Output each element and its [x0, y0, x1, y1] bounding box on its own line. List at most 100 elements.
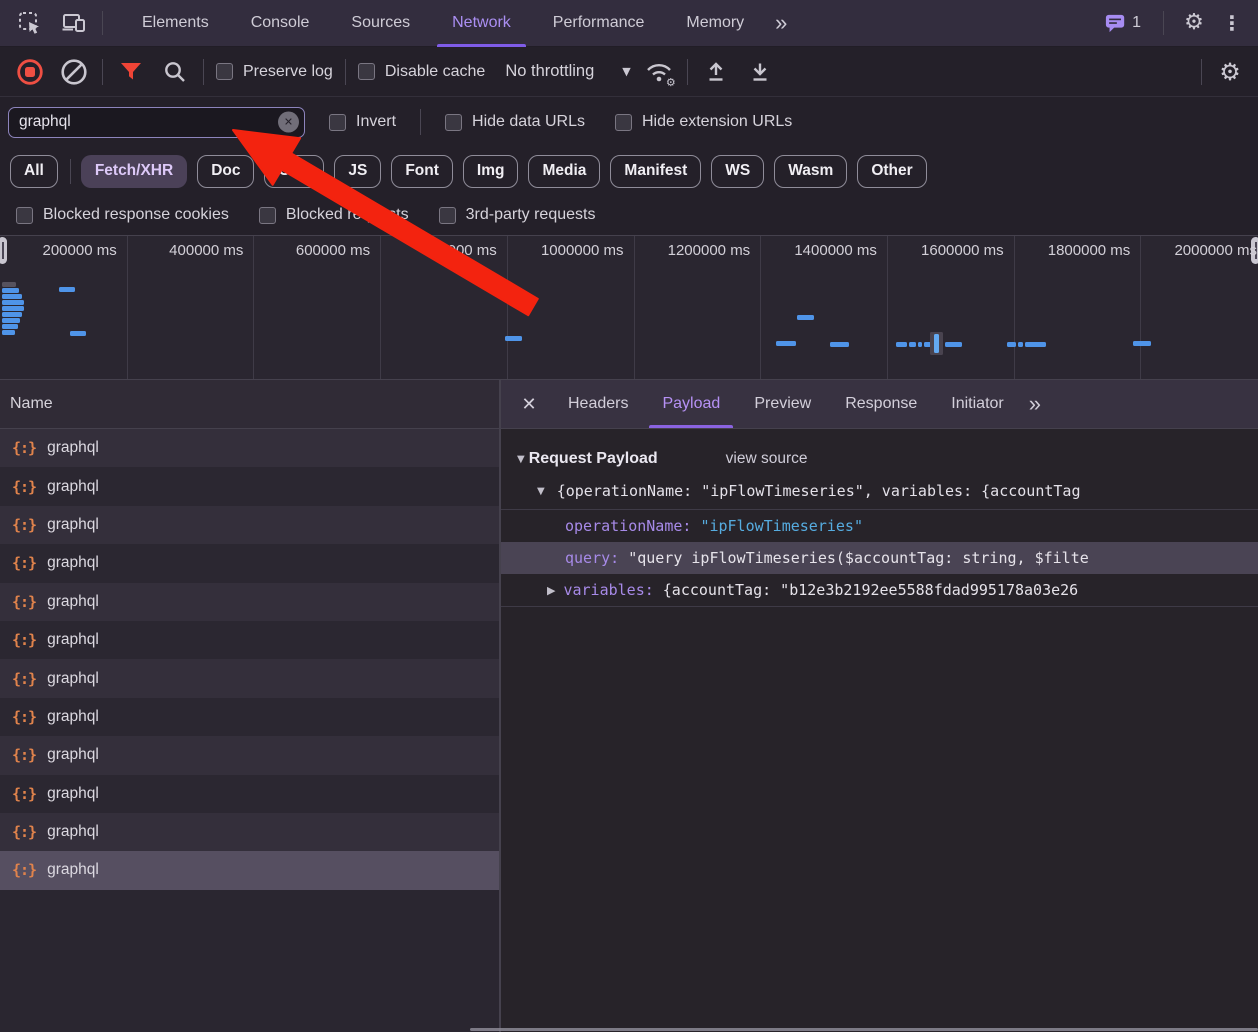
- record-stop-icon[interactable]: [14, 56, 46, 88]
- view-source-link[interactable]: view source: [726, 450, 808, 468]
- more-detail-tabs-icon[interactable]: »: [1021, 380, 1047, 428]
- tab-memory[interactable]: Memory: [665, 0, 765, 47]
- tab-performance[interactable]: Performance: [532, 0, 666, 47]
- payload-property-row[interactable]: ▶ variables: {accountTag: "b12e3b2192ee5…: [501, 574, 1258, 606]
- disable-cache-checkbox[interactable]: [358, 63, 375, 80]
- timeline-request-bar: [59, 287, 75, 292]
- tab-console[interactable]: Console: [230, 0, 331, 47]
- resource-type-filters: All Fetch/XHR Doc CSS JS Font Img Media Manifest…: [0, 147, 1258, 195]
- hide-data-urls-label: Hide data URLs: [472, 113, 585, 131]
- clear-log-icon[interactable]: [58, 56, 90, 88]
- payload-properties: operationName: "ipFlowTimeseries" query:…: [501, 509, 1258, 607]
- payload-property-row[interactable]: query: "query ipFlowTimeseries($accountT…: [501, 542, 1258, 574]
- inspect-element-icon[interactable]: [12, 5, 48, 41]
- filter-chip-fetch-xhr[interactable]: Fetch/XHR: [81, 155, 187, 188]
- json-braces-icon: {:}: [12, 593, 36, 611]
- close-details-icon[interactable]: ✕: [507, 380, 551, 428]
- timeline-request-bar: [2, 294, 22, 299]
- request-row[interactable]: {:}graphql: [0, 544, 499, 582]
- detail-tab-initiator[interactable]: Initiator: [934, 380, 1020, 428]
- filter-chip-all[interactable]: All: [10, 155, 58, 188]
- search-icon[interactable]: [159, 56, 191, 88]
- filter-chip-wasm[interactable]: Wasm: [774, 155, 847, 188]
- timeline-tick-label: 1200000 ms: [628, 242, 750, 259]
- timeline-request-bar: [830, 342, 849, 347]
- request-row[interactable]: {:}graphql: [0, 659, 499, 697]
- name-column-header[interactable]: Name: [0, 380, 499, 429]
- json-braces-icon: {:}: [12, 670, 36, 688]
- filter-chip-other[interactable]: Other: [857, 155, 926, 188]
- issues-button[interactable]: 1: [1095, 5, 1151, 41]
- detail-tab-headers[interactable]: Headers: [551, 380, 645, 428]
- timeline-tick-label: 1600000 ms: [882, 242, 1004, 259]
- filter-chip-manifest[interactable]: Manifest: [610, 155, 701, 188]
- filter-chip-img[interactable]: Img: [463, 155, 519, 188]
- preserve-log-checkbox[interactable]: [216, 63, 233, 80]
- panel-tabs: ElementsConsoleSourcesNetworkPerformance…: [121, 0, 765, 47]
- json-braces-icon: {:}: [12, 439, 36, 457]
- import-har-icon[interactable]: [700, 56, 732, 88]
- network-settings-gear-icon[interactable]: ⚙: [1214, 56, 1246, 88]
- network-toolbar: Preserve log Disable cache No throttling…: [0, 47, 1258, 97]
- request-row[interactable]: {:}graphql: [0, 429, 499, 467]
- timeline-tick-label: 600000 ms: [248, 242, 370, 259]
- third-party-checkbox[interactable]: [439, 207, 456, 224]
- request-row[interactable]: {:}graphql: [0, 467, 499, 505]
- network-conditions-icon[interactable]: ⚙: [643, 56, 675, 88]
- timeline-tick-label: 800000 ms: [375, 242, 497, 259]
- filter-chip-ws[interactable]: WS: [711, 155, 764, 188]
- hide-extension-urls-checkbox[interactable]: [615, 114, 632, 131]
- request-payload-section[interactable]: ▼ Request Payload view source: [501, 443, 1258, 475]
- hide-data-urls-checkbox[interactable]: [445, 114, 462, 131]
- third-party-label: 3rd-party requests: [466, 206, 596, 224]
- request-row[interactable]: {:}graphql: [0, 851, 499, 889]
- payload-root-row[interactable]: ▼ {operationName: "ipFlowTimeseries", va…: [501, 475, 1258, 507]
- tab-network[interactable]: Network: [431, 0, 532, 47]
- filter-chip-js[interactable]: JS: [334, 155, 381, 188]
- json-braces-icon: {:}: [12, 785, 36, 803]
- filter-chip-css[interactable]: CSS: [264, 155, 324, 188]
- json-braces-icon: {:}: [12, 708, 36, 726]
- detail-tab-response[interactable]: Response: [828, 380, 934, 428]
- chevron-down-icon: ▼: [622, 66, 630, 77]
- export-har-icon[interactable]: [744, 56, 776, 88]
- filter-funnel-icon[interactable]: [115, 56, 147, 88]
- request-name: graphql: [47, 785, 99, 803]
- kebab-menu-icon[interactable]: ⋮: [1214, 5, 1250, 41]
- filter-chip-font[interactable]: Font: [391, 155, 453, 188]
- filter-chip-media[interactable]: Media: [528, 155, 600, 188]
- divider: [102, 11, 103, 35]
- more-tabs-icon[interactable]: »: [765, 10, 795, 36]
- request-row[interactable]: {:}graphql: [0, 506, 499, 544]
- throttling-dropdown[interactable]: No throttling ▼: [505, 62, 630, 81]
- request-name: graphql: [47, 708, 99, 726]
- blocked-requests-checkbox[interactable]: [259, 207, 276, 224]
- request-row[interactable]: {:} graphql: [0, 775, 499, 813]
- invert-checkbox[interactable]: [329, 114, 346, 131]
- clear-filter-icon[interactable]: ✕: [278, 112, 299, 133]
- detail-tab-preview[interactable]: Preview: [737, 380, 828, 428]
- filter-input[interactable]: [8, 107, 305, 138]
- network-overview-timeline[interactable]: 200000 ms400000 ms600000 ms800000 ms1000…: [0, 235, 1258, 380]
- filter-bar: ✕ Invert Hide data URLs Hide extension U…: [0, 97, 1258, 147]
- request-row[interactable]: {:}graphql: [0, 583, 499, 621]
- hide-extension-urls-label: Hide extension URLs: [642, 113, 792, 131]
- tab-elements[interactable]: Elements: [121, 0, 230, 47]
- detail-tabs: ✕ HeadersPayloadPreviewResponseInitiator…: [501, 380, 1258, 429]
- request-row[interactable]: {:}graphql: [0, 813, 499, 851]
- hide-extension-urls-option: Hide extension URLs: [615, 113, 792, 131]
- timeline-tick-label: 200000 ms: [0, 242, 117, 259]
- payload-property-row[interactable]: operationName: "ipFlowTimeseries": [501, 510, 1258, 542]
- tab-sources[interactable]: Sources: [330, 0, 431, 47]
- preserve-log-label: Preserve log: [243, 63, 333, 81]
- request-row[interactable]: {:}graphql: [0, 736, 499, 774]
- blocked-cookies-checkbox[interactable]: [16, 207, 33, 224]
- request-row[interactable]: {:} graphql: [0, 698, 499, 736]
- request-row[interactable]: {:}graphql: [0, 621, 499, 659]
- devtools-left-controls: [0, 5, 92, 41]
- message-bubble-icon: [1105, 13, 1125, 34]
- detail-tab-payload[interactable]: Payload: [645, 380, 737, 428]
- settings-gear-icon[interactable]: ⚙: [1176, 5, 1212, 41]
- device-toolbar-icon[interactable]: [56, 5, 92, 41]
- filter-chip-doc[interactable]: Doc: [197, 155, 254, 188]
